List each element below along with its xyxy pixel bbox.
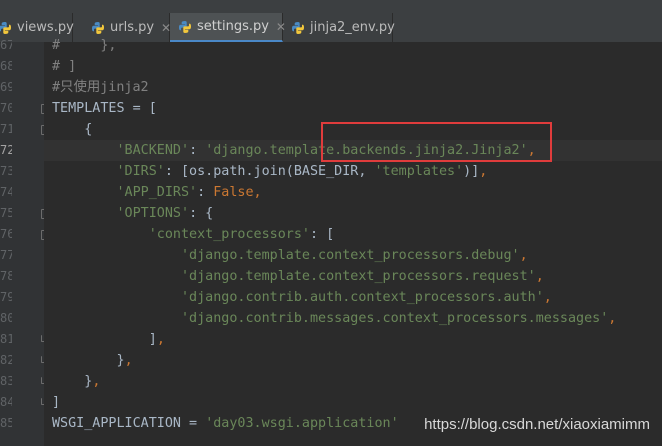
- code-line[interactable]: TEMPLATES = [: [52, 98, 662, 119]
- code-token: 'django.template.context_processors.requ…: [181, 269, 536, 284]
- line-number: 68: [0, 59, 12, 73]
- code-token: 'context_processors': [148, 227, 310, 242]
- code-token: WSGI_APPLICATION =: [52, 416, 206, 431]
- code-line[interactable]: 'DIRS': [os.path.join(BASE_DIR, 'templat…: [52, 161, 662, 182]
- code-token: ,: [543, 290, 552, 305]
- line-number: 83: [0, 374, 12, 388]
- code-token: :: [189, 143, 206, 158]
- python-file-icon: [178, 20, 192, 34]
- code-line[interactable]: ],: [52, 329, 662, 350]
- code-token: ,: [156, 332, 165, 347]
- line-number: 75: [0, 206, 12, 220]
- line-number: 77: [0, 248, 12, 262]
- code-token: }: [52, 374, 93, 389]
- code-line[interactable]: 'django.template.context_processors.debu…: [52, 245, 662, 266]
- line-number: 80: [0, 311, 12, 325]
- code-token: False,: [213, 185, 262, 200]
- code-token: :: [197, 185, 214, 200]
- code-line[interactable]: 'django.contrib.messages.context_process…: [52, 308, 662, 329]
- code-line[interactable]: # },: [52, 35, 662, 56]
- line-number: 70: [0, 101, 12, 115]
- python-file-icon: [291, 21, 305, 35]
- watermark-text: https://blog.csdn.net/xiaoxiamimm: [424, 416, 650, 433]
- code-line[interactable]: },: [52, 371, 662, 392]
- python-file-icon: [0, 21, 12, 35]
- code-line[interactable]: ]: [52, 392, 662, 413]
- code-token: {: [52, 122, 93, 137]
- code-token: 'OPTIONS': [116, 206, 190, 221]
- code-token: 'django.template.context_processors.debu…: [181, 248, 520, 263]
- code-line[interactable]: 'APP_DIRS': False,: [52, 182, 662, 203]
- line-number: 81: [0, 332, 12, 346]
- code-token: #只使用jinja2: [52, 80, 149, 95]
- line-number: 73: [0, 164, 12, 178]
- line-number: 78: [0, 269, 12, 283]
- code-token: )]: [463, 164, 480, 179]
- code-token: # },: [52, 38, 117, 53]
- line-number: 79: [0, 290, 12, 304]
- code-line[interactable]: 'django.contrib.auth.context_processors.…: [52, 287, 662, 308]
- code-token: ,: [535, 269, 544, 284]
- code-token: 'django.contrib.messages.context_process…: [181, 311, 609, 326]
- code-token: TEMPLATES = [: [52, 101, 157, 116]
- line-number: 67: [0, 38, 12, 52]
- line-number-gutter[interactable]: 67 68 69 70 71 72 73 74 75 76 77 78 79 80 81 82 83 84 85: [0, 38, 49, 446]
- code-token: 'DIRS': [116, 164, 165, 179]
- code-token: : {: [189, 206, 214, 221]
- line-number: 71: [0, 122, 12, 136]
- line-number: 82: [0, 353, 12, 367]
- code-token: # ]: [52, 59, 77, 74]
- highlight-annotation-box: [321, 122, 552, 162]
- code-line[interactable]: #只使用jinja2: [52, 77, 662, 98]
- code-editor[interactable]: # }, # ] #只使用jinja2 TEMPLATES = [ { 'BACKEN…: [44, 38, 662, 446]
- code-token: ,: [519, 248, 528, 263]
- code-line[interactable]: },: [52, 350, 662, 371]
- tab-label: settings.py: [197, 19, 269, 34]
- code-token: 'BACKEND': [116, 143, 190, 158]
- code-token: ,: [124, 353, 133, 368]
- code-token: 'APP_DIRS': [116, 185, 198, 200]
- tab-label: views.py: [17, 20, 74, 35]
- code-token: 'day03.wsgi.application': [205, 416, 399, 431]
- tab-label: jinja2_env.py: [310, 20, 395, 35]
- code-token: 'django.contrib.auth.context_processors.…: [181, 290, 544, 305]
- code-line[interactable]: 'OPTIONS': {: [52, 203, 662, 224]
- code-line[interactable]: # ]: [52, 56, 662, 77]
- code-token: }: [52, 353, 125, 368]
- code-token: ]: [52, 332, 157, 347]
- code-token: : [: [310, 227, 335, 242]
- line-number: 74: [0, 185, 12, 199]
- code-token: ,: [608, 311, 617, 326]
- line-number: 69: [0, 80, 12, 94]
- code-token: ,: [479, 164, 488, 179]
- code-token: ,: [92, 374, 101, 389]
- line-number: 76: [0, 227, 12, 241]
- code-token: ]: [52, 395, 61, 410]
- line-number: 85: [0, 416, 12, 430]
- python-file-icon: [91, 21, 105, 35]
- line-number: 84: [0, 395, 12, 409]
- code-token: : [os.path.join(BASE_DIR,: [164, 164, 375, 179]
- tab-label: urls.py: [110, 20, 155, 35]
- line-number: 72: [0, 143, 12, 157]
- code-line[interactable]: 'context_processors': [: [52, 224, 662, 245]
- code-line[interactable]: 'django.template.context_processors.requ…: [52, 266, 662, 287]
- code-token: 'templates': [374, 164, 464, 179]
